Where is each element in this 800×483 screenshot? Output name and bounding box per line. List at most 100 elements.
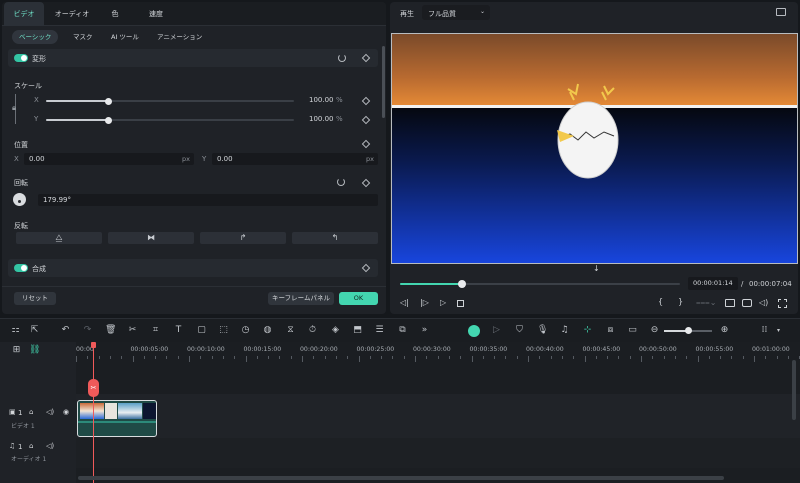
scale-y-knob[interactable] [105,116,112,124]
rotation-field[interactable]: 179.99° [38,194,378,206]
zoom-slider[interactable] [664,327,712,334]
reset-rotation-icon[interactable] [337,178,345,186]
scale-y-value[interactable]: 100.00 [309,115,334,123]
tab-speed[interactable]: 速度 [138,2,174,26]
link-icon[interactable]: ⛓ [29,345,40,356]
delete-icon[interactable]: 🗑︎ [105,325,116,336]
scale-y-slider[interactable] [46,116,294,124]
rotate-left-button[interactable]: ↰ [292,232,378,244]
audio-folder-icon[interactable]: ⌂ [29,442,33,450]
current-time[interactable]: 00:00:01:14 [688,277,738,290]
tab-video[interactable]: ビデオ [4,2,44,26]
folder-icon[interactable]: ⌂ [29,408,33,416]
flip-horizontal-button[interactable]: ⧋ [16,232,102,244]
playback-progress[interactable] [400,280,680,288]
color-icon[interactable]: ◍ [262,325,273,336]
scale-x-knob[interactable] [105,97,112,105]
mute-icon[interactable]: ◁) [46,408,54,416]
keyframe-rotation-icon[interactable] [361,178,371,188]
zoom-knob[interactable] [685,327,692,334]
lock-icon[interactable]: 🔒︎ [12,103,16,113]
timeline-horizontal-scrollbar[interactable] [78,476,724,480]
composite-section-header[interactable]: 合成 [8,259,378,277]
time-ruler[interactable]: 00:00 00:00:05:00 00:00:10:00 00:00:15:00 00… [76,342,800,362]
mark-in-icon[interactable]: { [658,297,663,306]
stop-icon[interactable] [457,300,464,307]
keyframe-position-icon[interactable] [361,139,371,149]
split-icon[interactable]: ✂ [127,325,138,336]
grid-layout-icon[interactable]: ⚏ [10,325,21,336]
snapshot-icon[interactable]: ⧉ [397,325,408,336]
play-icon[interactable]: ▷ [440,298,446,307]
shape-icon[interactable]: ▢ [196,325,207,336]
audio-mute-icon[interactable]: ◁) [46,442,54,450]
layout-dropdown-icon[interactable]: ▾ [773,325,784,336]
position-x-field[interactable]: 0.00 px [24,153,194,165]
position-y-field[interactable]: 0.00 px [212,153,378,165]
zoom-out-icon[interactable]: ⊖ [649,325,660,336]
timer-icon[interactable]: ⏱ [307,325,318,336]
redo-icon[interactable]: ↷ [82,325,93,336]
keyframe-composite-icon[interactable] [361,263,371,273]
keyframe-scale-y-icon[interactable] [361,115,371,125]
audio-track-icon[interactable]: ♫ [559,325,570,336]
keyframe-scale-x-icon[interactable] [361,96,371,106]
tab-audio[interactable]: オーディオ [48,2,96,26]
text-icon[interactable]: T [173,325,184,336]
microphone-icon[interactable]: 🎙︎ [537,325,548,336]
properties-scrollbar[interactable] [382,46,385,118]
more-tools-icon[interactable]: » [419,325,430,336]
adjust-icon[interactable]: ☰ [374,325,385,336]
reset-transform-icon[interactable] [338,54,346,62]
playhead-handle[interactable] [91,342,96,348]
transform-toggle[interactable] [14,54,28,62]
rotate-right-button[interactable]: ↱ [200,232,286,244]
auto-ripple-icon[interactable] [468,325,480,337]
camera-icon[interactable] [742,299,752,307]
marker-icon[interactable]: ⛉ [514,325,525,336]
ok-button[interactable]: OK [339,292,378,305]
next-frame-icon[interactable]: |▷ [420,298,429,307]
subtab-basic[interactable]: ベーシック [12,30,59,44]
render-icon[interactable]: ▷ [491,325,502,336]
clip-icon[interactable]: ⧈ [605,325,616,336]
layout-grid-icon[interactable]: ⁞⁞ [759,325,770,336]
playhead-split-icon[interactable]: ✂ [88,379,99,397]
zoom-in-icon[interactable]: ⊕ [719,325,730,336]
volume-icon[interactable]: ◁) [759,298,768,307]
mask-icon[interactable]: ⬒ [352,325,363,336]
playback-knob[interactable] [457,280,466,288]
undo-icon[interactable]: ↶ [60,325,71,336]
snap-icon[interactable]: ⊹ [582,325,593,336]
reset-button[interactable]: リセット [14,292,56,305]
quality-select[interactable]: フル品質 ⌄ [422,5,490,20]
rotation-dial[interactable] [13,193,26,206]
subtab-mask[interactable]: マスク [66,30,100,44]
video-clip[interactable] [77,400,157,437]
fullscreen-icon[interactable] [778,299,787,308]
ai-image-icon[interactable]: ⬚ [218,325,229,336]
subtab-animation[interactable]: アニメーション [150,30,209,44]
snapshot-image-icon[interactable] [776,8,786,16]
transform-section-header[interactable]: 変形 [8,49,378,67]
composite-toggle[interactable] [14,264,28,272]
prev-frame-icon[interactable]: ◁| [400,298,409,307]
eye-icon[interactable]: ◉ [63,408,69,416]
keyframe-transform-icon[interactable] [361,53,371,63]
scale-x-value[interactable]: 100.00 [309,96,334,104]
keyframe-icon[interactable]: ◈ [330,325,341,336]
flip-vertical-button[interactable]: ⧓ [108,232,194,244]
add-track-icon[interactable]: ⊞ [11,345,22,356]
select-tool-icon[interactable]: ⇱ [29,325,40,336]
mark-out-icon[interactable]: } [678,297,683,306]
audio-adjust-icon[interactable]: ⧖ [285,325,296,336]
playhead[interactable] [93,342,94,483]
subtab-ai-tools[interactable]: AI ツール [104,30,146,44]
more-markers-icon[interactable]: ⩶⌄ [696,298,716,308]
keyframe-panel-button[interactable]: キーフレームパネル [268,292,334,305]
timeline-vertical-scrollbar[interactable] [792,360,796,420]
speed-icon[interactable]: ◷ [240,325,251,336]
subtitle-icon[interactable]: ▭ [627,325,638,336]
tab-color[interactable]: 色 [102,2,128,26]
display-icon[interactable] [725,299,735,307]
